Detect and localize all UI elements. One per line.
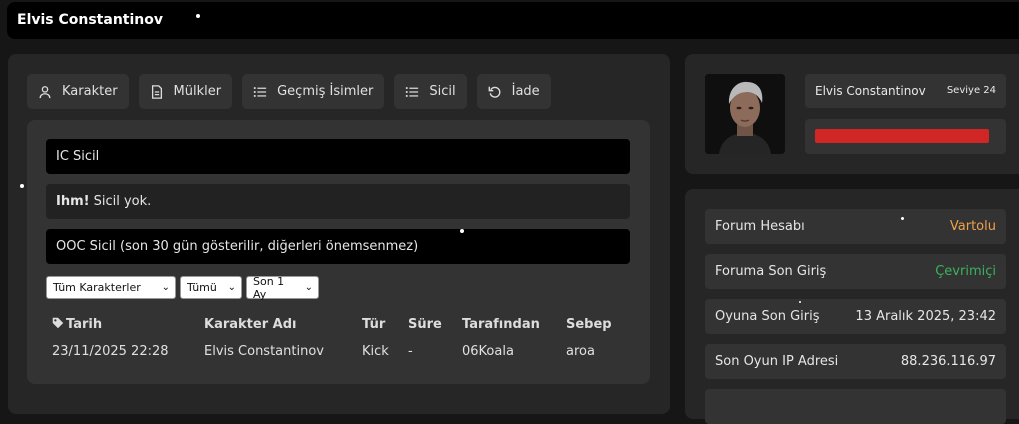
info-row-forum-last-login: Foruma Son Giriş Çevrimiçi	[705, 254, 1006, 289]
column-header-character: Karakter Adı	[204, 317, 297, 332]
avatar	[705, 74, 785, 154]
info-row-forum-account: Forum Hesabı Vartolu	[705, 209, 1006, 244]
list-icon	[252, 84, 268, 100]
level-badge: Seviye 24	[946, 85, 996, 96]
tab-label: Karakter	[62, 84, 118, 99]
info-label: Foruma Son Giriş	[715, 264, 827, 279]
tab-sicil[interactable]: Sicil	[394, 74, 467, 109]
ic-record-title: IC Sicil	[56, 149, 100, 164]
column-label: Tarih	[66, 316, 103, 332]
cell-character: Elvis Constantinov	[204, 343, 324, 359]
ooc-record-title: OOC Sicil (son 30 gün gösterilir, diğerl…	[56, 239, 419, 254]
column-header-date: Tarih	[52, 315, 204, 334]
ooc-record-header: OOC Sicil (son 30 gün gösterilir, diğerl…	[46, 229, 630, 264]
tab-label: Mülkler	[173, 84, 222, 99]
decorative-dot	[460, 229, 464, 233]
tab-gecmis-isimler[interactable]: Geçmiş İsimler	[242, 74, 385, 109]
tab-label: İade	[511, 84, 540, 99]
decorative-dot	[799, 301, 801, 303]
user-icon	[37, 84, 53, 100]
ic-record-empty: Ihm! Sicil yok.	[46, 184, 630, 219]
column-header-duration: Süre	[408, 317, 442, 332]
info-value: 88.236.116.97	[900, 354, 996, 369]
record-panel: Karakter Mülkler Geçmiş İsimler Sicil İa…	[8, 54, 670, 414]
info-row-partial	[705, 389, 1006, 424]
profile-name: Elvis Constantinov	[815, 84, 926, 98]
chevron-down-icon: ⌄	[304, 282, 313, 293]
player-name-title: Elvis Constantinov	[17, 12, 163, 28]
chevron-down-icon: ⌄	[161, 282, 170, 293]
info-value: Çevrimiçi	[935, 264, 996, 279]
record-content: IC Sicil Ihm! Sicil yok. OOC Sicil (son …	[27, 120, 650, 384]
column-header-type: Tür	[362, 317, 386, 332]
profile-panel: Elvis Constantinov Seviye 24	[685, 54, 1019, 174]
empty-text: Sicil yok.	[93, 194, 152, 209]
character-filter-select[interactable]: Tüm Karakterler ⌄	[46, 276, 176, 299]
info-label: Forum Hesabı	[715, 219, 805, 234]
column-header-by: Tarafından	[462, 317, 540, 332]
tab-bar: Karakter Mülkler Geçmiş İsimler Sicil İa…	[27, 74, 551, 109]
tab-karakter[interactable]: Karakter	[27, 74, 129, 109]
record-table: Tarih Karakter Adı Tür Süre Tarafından S…	[52, 315, 626, 368]
period-filter-value: Son 1 Ay	[253, 274, 285, 301]
info-value: 13 Aralık 2025, 23:42	[855, 309, 996, 324]
info-label: Son Oyun IP Adresi	[715, 354, 839, 369]
character-filter-value: Tüm Karakterler	[53, 281, 141, 294]
decorative-dot	[20, 184, 24, 188]
document-icon	[149, 84, 165, 100]
cell-reason: aroa	[566, 343, 595, 359]
tab-iade[interactable]: İade	[476, 74, 551, 109]
type-filter-select[interactable]: Tümü ⌄	[180, 276, 242, 299]
table-row: 23/11/2025 22:28 Elvis Constantinov Kick…	[52, 334, 626, 368]
info-label: Oyuna Son Giriş	[715, 309, 820, 324]
cell-date: 23/11/2025 22:28	[52, 343, 169, 359]
profile-name-box: Elvis Constantinov Seviye 24	[805, 74, 1006, 108]
type-filter-value: Tümü	[187, 281, 217, 294]
info-row-game-last-login: Oyuna Son Giriş 13 Aralık 2025, 23:42	[705, 299, 1006, 334]
period-filter-select[interactable]: Son 1 Ay ⌄	[246, 274, 319, 301]
list-icon	[404, 84, 420, 100]
ic-record-header: IC Sicil	[46, 139, 630, 174]
empty-prefix: Ihm!	[56, 194, 90, 209]
health-bar	[815, 129, 989, 143]
column-header-reason: Sebep	[566, 317, 612, 332]
tab-label: Geçmiş İsimler	[277, 84, 374, 99]
refresh-icon	[487, 84, 503, 100]
top-bar: Elvis Constantinov	[7, 2, 1019, 39]
table-header-row: Tarih Karakter Adı Tür Süre Tarafından S…	[52, 315, 626, 334]
info-row-last-ip: Son Oyun IP Adresi 88.236.116.97	[705, 344, 1006, 379]
decorative-dot	[901, 217, 904, 220]
info-value: Vartolu	[949, 219, 996, 234]
cell-duration: -	[408, 343, 413, 359]
cell-by: 06Koala	[462, 343, 514, 359]
decorative-dot	[196, 14, 200, 18]
filter-row: Tüm Karakterler ⌄ Tümü ⌄ Son 1 Ay ⌄	[46, 274, 319, 301]
health-box	[805, 119, 1006, 154]
tab-label: Sicil	[429, 84, 456, 99]
cell-type: Kick	[362, 343, 389, 359]
tag-icon	[52, 317, 64, 333]
chevron-down-icon: ⌄	[227, 282, 236, 293]
account-info-panel: Forum Hesabı Vartolu Foruma Son Giriş Çe…	[685, 189, 1019, 424]
tab-mulkler[interactable]: Mülkler	[138, 74, 233, 109]
